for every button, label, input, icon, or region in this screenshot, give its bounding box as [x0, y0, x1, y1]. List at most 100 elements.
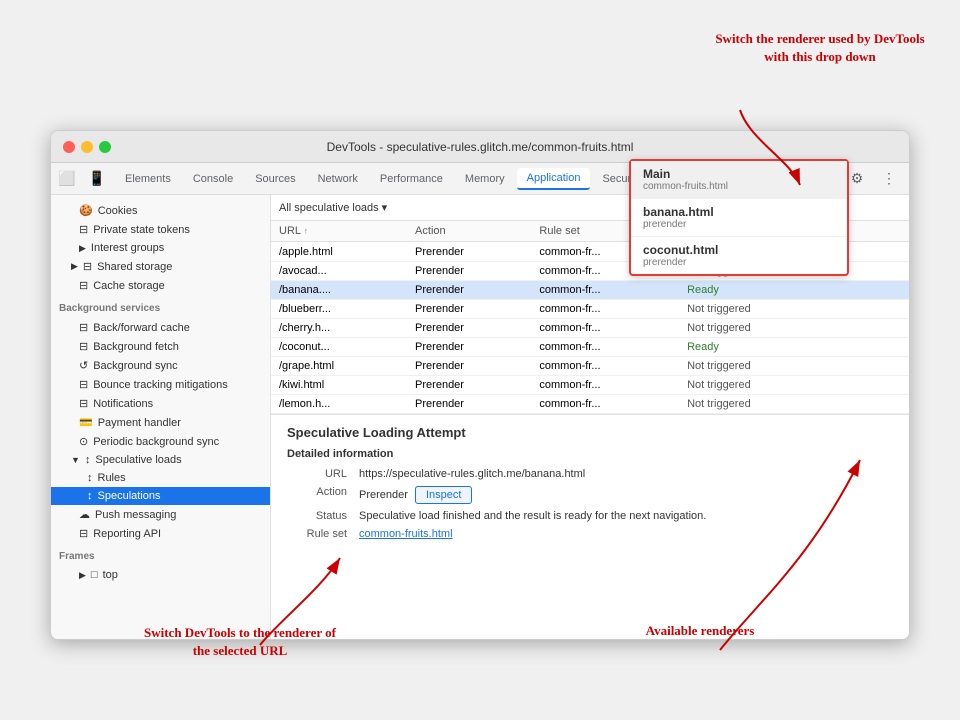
cell-action: Prerender — [407, 357, 531, 376]
push-icon: ☁ — [79, 508, 90, 521]
notifications-icon: ⊟ — [79, 397, 88, 410]
sidebar-label-bg-sync: Background sync — [93, 360, 177, 372]
annotation-top-right: Switch the renderer used by DevTools wit… — [710, 30, 930, 66]
close-button[interactable] — [63, 141, 75, 153]
tab-network[interactable]: Network — [308, 169, 368, 189]
sidebar-item-bfcache[interactable]: ⊟ Back/forward cache — [51, 318, 270, 337]
sidebar-item-bg-sync[interactable]: ↺ Background sync — [51, 356, 270, 375]
renderer-coconut-sub: prerender — [643, 257, 835, 268]
cell-ruleset: common-fr... — [531, 300, 679, 319]
sidebar-label-push: Push messaging — [95, 509, 176, 521]
cell-status: Not triggered — [679, 395, 909, 414]
cell-action: Prerender — [407, 376, 531, 395]
device-icon[interactable]: 📱 — [85, 167, 109, 191]
sidebar-item-notifications[interactable]: ⊟ Notifications — [51, 394, 270, 413]
cell-action: Prerender — [407, 300, 531, 319]
sidebar-item-cache-storage[interactable]: ⊟ Cache storage — [51, 276, 270, 295]
sidebar-item-bounce[interactable]: ⊟ Bounce tracking mitigations — [51, 375, 270, 394]
private-state-icon: ⊟ — [79, 223, 88, 236]
detail-action-row: Action Prerender Inspect — [287, 486, 893, 504]
sidebar-item-speculative-loads[interactable]: ▼ ↕ Speculative loads — [51, 451, 270, 469]
inspect-icon[interactable]: ⬜ — [55, 167, 79, 191]
ruleset-link[interactable]: common-fruits.html — [359, 528, 453, 540]
sidebar-item-cookies[interactable]: 🍪 Cookies — [51, 201, 270, 220]
shared-storage-icon: ⊟ — [83, 260, 92, 273]
minimize-button[interactable] — [81, 141, 93, 153]
cell-action: Prerender — [407, 395, 531, 414]
tab-elements[interactable]: Elements — [115, 169, 181, 189]
detail-subtitle: Detailed information — [287, 448, 893, 460]
cookies-icon: 🍪 — [79, 204, 93, 217]
cell-url: /lemon.h... — [271, 395, 407, 414]
cell-url: /grape.html — [271, 357, 407, 376]
action-label: Action — [287, 486, 347, 498]
shared-storage-arrow-icon: ▶ — [71, 261, 78, 272]
tab-application[interactable]: Application — [517, 168, 591, 190]
top-arrow-icon: ▶ — [79, 570, 86, 581]
sidebar-item-push[interactable]: ☁ Push messaging — [51, 505, 270, 524]
cell-action: Prerender — [407, 242, 531, 262]
renderer-coconut-title: coconut.html — [643, 243, 835, 257]
sidebar-item-rules[interactable]: ↕ Rules — [51, 469, 270, 487]
cell-action: Prerender — [407, 262, 531, 281]
periodic-sync-icon: ⊙ — [79, 435, 88, 448]
maximize-button[interactable] — [99, 141, 111, 153]
sidebar-label-top: top — [103, 569, 118, 581]
sidebar-item-periodic-sync[interactable]: ⊙ Periodic background sync — [51, 432, 270, 451]
col-url: URL ↑ — [271, 221, 407, 242]
sidebar-label-interest-groups: Interest groups — [91, 242, 164, 254]
detail-panel: Speculative Loading Attempt Detailed inf… — [271, 414, 909, 556]
sidebar-label-speculative-loads: Speculative loads — [95, 454, 181, 466]
status-label: Status — [287, 510, 347, 522]
status-not-triggered: Not triggered — [687, 322, 751, 334]
cell-url: /kiwi.html — [271, 376, 407, 395]
sidebar-item-reporting[interactable]: ⊟ Reporting API — [51, 524, 270, 543]
table-row[interactable]: /blueberr... Prerender common-fr... Not … — [271, 300, 909, 319]
tab-console[interactable]: Console — [183, 169, 243, 189]
spec-loads-icon: ↕ — [85, 454, 91, 466]
cache-storage-icon: ⊟ — [79, 279, 88, 292]
sidebar-label-periodic-sync: Periodic background sync — [93, 436, 219, 448]
table-row[interactable]: /grape.html Prerender common-fr... Not t… — [271, 357, 909, 376]
tab-memory[interactable]: Memory — [455, 169, 515, 189]
table-row[interactable]: /lemon.h... Prerender common-fr... Not t… — [271, 395, 909, 414]
cell-ruleset: common-fr... — [531, 338, 679, 357]
rules-icon: ↕ — [87, 472, 93, 484]
sidebar-label-private-state: Private state tokens — [93, 224, 190, 236]
sidebar-item-speculations[interactable]: ↕ Speculations — [51, 487, 270, 505]
renderer-option-banana[interactable]: banana.html prerender — [631, 199, 847, 237]
cell-action: Prerender — [407, 281, 531, 300]
sidebar-item-interest-groups[interactable]: ▶ Interest groups — [51, 239, 270, 257]
more-icon[interactable]: ⋮ — [877, 167, 901, 191]
cell-action: Prerender — [407, 338, 531, 357]
sidebar-item-bg-fetch[interactable]: ⊟ Background fetch — [51, 337, 270, 356]
table-row[interactable]: /banana.... Prerender common-fr... Ready — [271, 281, 909, 300]
detail-status-row: Status Speculative load finished and the… — [287, 510, 893, 522]
sidebar-label-notifications: Notifications — [93, 398, 153, 410]
tab-performance[interactable]: Performance — [370, 169, 453, 189]
bfcache-icon: ⊟ — [79, 321, 88, 334]
devtools-window: DevTools - speculative-rules.glitch.me/c… — [50, 130, 910, 640]
sidebar-item-shared-storage[interactable]: ▶ ⊟ Shared storage — [51, 257, 270, 276]
cell-url: /avocad... — [271, 262, 407, 281]
table-row[interactable]: /cherry.h... Prerender common-fr... Not … — [271, 319, 909, 338]
renderer-option-main[interactable]: Main common-fruits.html — [631, 161, 847, 199]
sidebar-item-top[interactable]: ▶ □ top — [51, 566, 270, 584]
bg-services-group: Background services — [51, 297, 270, 316]
sidebar-item-private-state[interactable]: ⊟ Private state tokens — [51, 220, 270, 239]
table-row[interactable]: /coconut... Prerender common-fr... Ready — [271, 338, 909, 357]
cell-url: /banana.... — [271, 281, 407, 300]
payment-icon: 💳 — [79, 416, 93, 429]
inspect-button[interactable]: Inspect — [415, 486, 472, 504]
sidebar-item-payment[interactable]: 💳 Payment handler — [51, 413, 270, 432]
url-value: https://speculative-rules.glitch.me/bana… — [359, 468, 893, 480]
renderer-option-coconut[interactable]: coconut.html prerender — [631, 237, 847, 274]
cell-url: /cherry.h... — [271, 319, 407, 338]
tab-sources[interactable]: Sources — [245, 169, 305, 189]
table-row[interactable]: /kiwi.html Prerender common-fr... Not tr… — [271, 376, 909, 395]
traffic-lights — [63, 141, 111, 153]
cell-url: /blueberr... — [271, 300, 407, 319]
filter-dropdown[interactable]: All speculative loads ▾ — [279, 201, 387, 214]
action-prerender-text: Prerender — [359, 489, 408, 501]
cell-ruleset: common-fr... — [531, 319, 679, 338]
